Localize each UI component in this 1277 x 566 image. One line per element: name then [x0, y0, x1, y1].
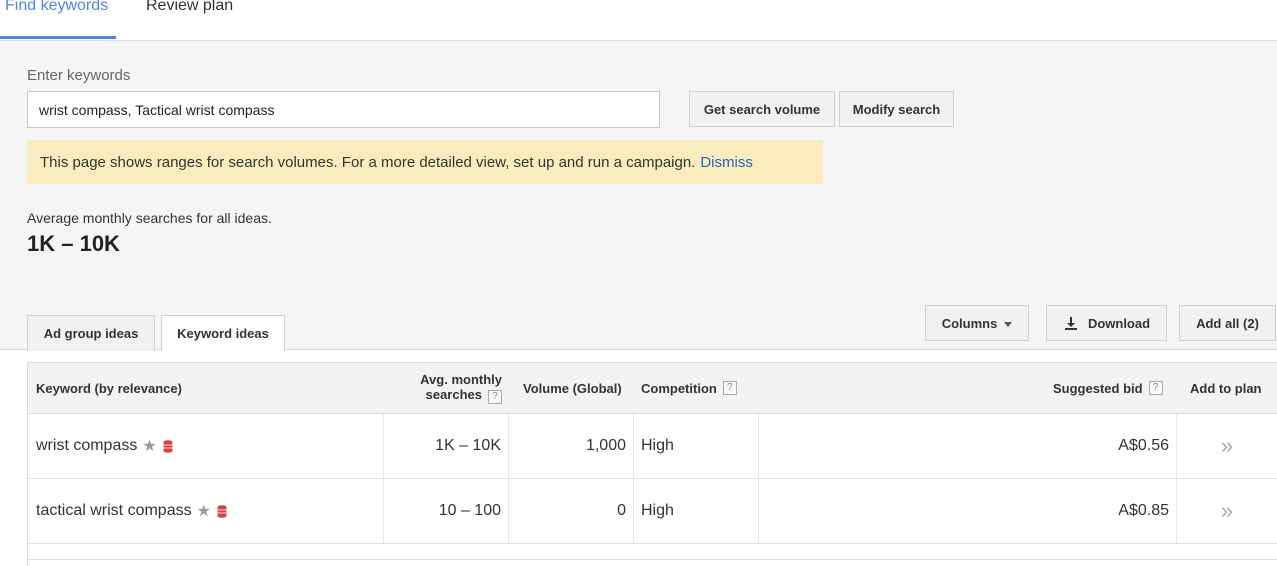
header-avg-line1: Avg. monthly — [420, 372, 502, 387]
avg-searches-cell: 1K – 10K — [435, 437, 501, 454]
download-label: Download — [1087, 315, 1151, 331]
table-row: wrist compass ★ 1K – 10K 1,000 High A$0.… — [28, 414, 1277, 479]
search-panel: Enter keywords Get search volume Modify … — [0, 41, 1277, 351]
keyword-text: wrist compass — [36, 437, 138, 454]
header-suggested-bid[interactable]: Suggested bid ? — [1053, 363, 1163, 413]
volume-cell: 0 — [617, 502, 626, 519]
help-icon[interactable]: ? — [722, 381, 737, 395]
columns-label: Columns — [941, 315, 998, 331]
tab-find-keywords[interactable]: Find keywords — [0, 0, 116, 41]
download-icon — [1064, 317, 1077, 330]
enter-keywords-label: Enter keywords — [27, 67, 131, 84]
notice-text: This page shows ranges for search volume… — [40, 153, 696, 171]
modify-search-button[interactable]: Modify search — [839, 91, 954, 127]
column-divider — [633, 414, 634, 478]
download-button[interactable]: Download — [1046, 305, 1167, 341]
header-add-to-plan: Add to plan — [1190, 380, 1262, 396]
add-to-plan-cell: » — [1176, 479, 1277, 543]
tab-keyword-ideas[interactable]: Keyword ideas — [161, 315, 285, 351]
volume-cell: 1,000 — [585, 437, 626, 454]
average-searches-label: Average monthly searches for all ideas. — [27, 210, 272, 226]
column-divider — [633, 479, 634, 543]
header-competition-label: Competition — [641, 380, 717, 396]
suggested-bid-cell: A$0.85 — [1118, 502, 1169, 519]
keyword-cell: wrist compass ★ — [36, 414, 173, 478]
keyword-cell: tactical wrist compass ★ — [36, 479, 227, 543]
header-avg-monthly[interactable]: Avg. monthly searches? — [414, 372, 502, 404]
keyword-text: tactical wrist compass — [36, 502, 192, 519]
table-header: Keyword (by relevance) Avg. monthly sear… — [28, 363, 1277, 414]
help-icon[interactable]: ? — [488, 390, 502, 404]
keyword-ideas-table: Keyword (by relevance) Avg. monthly sear… — [27, 362, 1277, 566]
table-bottom-border — [28, 559, 1277, 560]
help-icon[interactable]: ? — [1148, 381, 1163, 395]
add-to-plan-icon[interactable]: » — [1221, 498, 1233, 524]
star-icon[interactable]: ★ — [197, 501, 211, 521]
add-all-button[interactable]: Add all (2) — [1179, 305, 1276, 341]
get-search-volume-button[interactable]: Get search volume — [689, 91, 835, 127]
tab-review-plan[interactable]: Review plan — [141, 0, 238, 41]
suggested-bid-cell: A$0.56 — [1118, 437, 1169, 454]
competition-cell: High — [641, 502, 674, 519]
header-avg-line2: searches? — [414, 387, 502, 404]
dismiss-link[interactable]: Dismiss — [700, 154, 753, 171]
avg-searches-cell: 10 – 100 — [438, 502, 501, 519]
columns-button[interactable]: Columns — [925, 305, 1029, 341]
tab-ad-group-ideas[interactable]: Ad group ideas — [27, 315, 155, 351]
star-icon[interactable]: ★ — [142, 436, 156, 456]
table-row: tactical wrist compass ★ 10 – 100 0 High… — [28, 479, 1277, 544]
top-tab-bar: Find keywords Review plan — [0, 0, 1277, 41]
header-competition[interactable]: Competition ? — [641, 363, 737, 413]
average-searches-value: 1K – 10K — [27, 231, 120, 256]
caret-down-icon — [1004, 321, 1013, 327]
add-to-plan-icon[interactable]: » — [1221, 433, 1233, 459]
keywords-input[interactable] — [27, 91, 660, 128]
header-bid-label: Suggested bid — [1053, 380, 1143, 396]
database-icon[interactable] — [163, 439, 173, 453]
add-to-plan-cell: » — [1176, 414, 1277, 478]
range-notice: This page shows ranges for search volume… — [27, 140, 823, 184]
header-volume-global[interactable]: Volume (Global) — [523, 363, 622, 413]
header-keyword[interactable]: Keyword (by relevance) — [36, 363, 182, 413]
database-icon[interactable] — [217, 504, 227, 518]
competition-cell: High — [641, 437, 674, 454]
